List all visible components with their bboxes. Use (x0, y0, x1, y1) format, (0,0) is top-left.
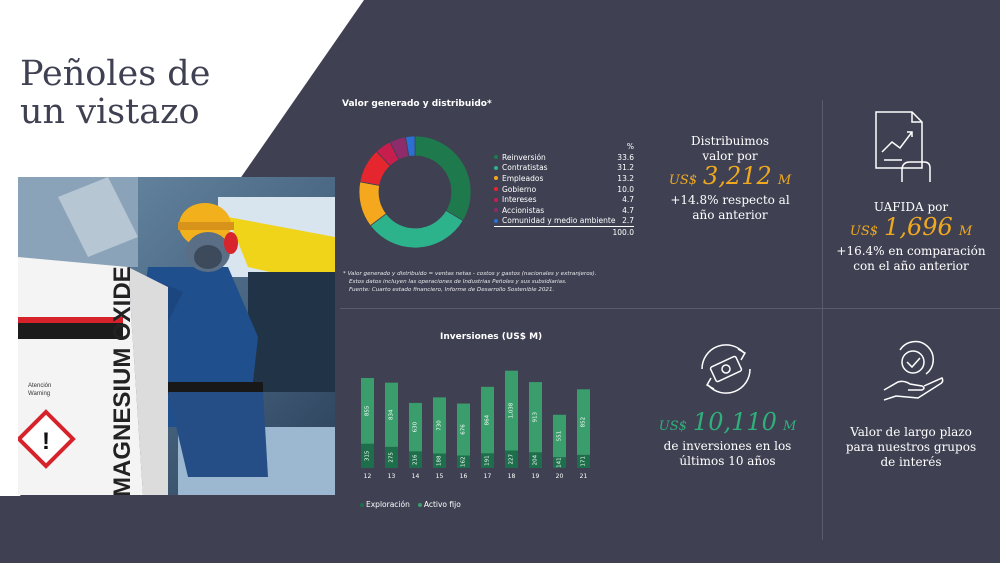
x-tick-label: 21 (580, 473, 588, 480)
legend-activo-fijo: Activo fijo (417, 500, 461, 509)
legend-label: Contratistas (502, 163, 548, 173)
kpi-largo-plazo: Valor de largo plazo para nuestros grupo… (845, 425, 977, 469)
legend-label: Intereses (502, 195, 537, 205)
valor-note: * Valor generado y distribuido = ventas … (343, 271, 597, 293)
bar-label-exploracion: 315 (365, 450, 371, 461)
donut-legend: % Reinversión 33.6 Contratistas 31.2 Emplead… (494, 142, 634, 237)
legend-total: 100.0 (494, 226, 634, 237)
inversiones-bar-chart: 315 855 12 275 834 13 216 630 14 188 730 15 162 676 16… (361, 370, 590, 480)
divider-horizontal (340, 308, 1000, 309)
worker-photo: MAGNESIUM OXIDE Atención Warning ! (18, 177, 335, 495)
x-tick-label: 12 (364, 473, 372, 480)
legend-row: Empleados 13.2 (494, 173, 634, 184)
bar-label-activo-fijo: 630 (413, 421, 419, 432)
money-cycle-icon (701, 344, 751, 394)
legend-row: Comunidad y medio ambiente 2.7 (494, 216, 634, 227)
donut-chart (358, 135, 472, 249)
legend-dot (494, 155, 498, 160)
divider-vertical (822, 100, 823, 540)
bar-label-activo-fijo: 551 (557, 431, 563, 442)
bar-label-activo-fijo: 676 (461, 424, 467, 435)
legend-value: 4.7 (622, 205, 634, 215)
bag-warning-1: Atención (28, 383, 51, 389)
legend-dot (494, 187, 498, 192)
kpi-inversiones: US$ 10,110 M de inversiones en los últim… (658, 408, 797, 468)
bar-label-exploracion: 188 (437, 455, 443, 466)
legend-dot (494, 208, 498, 213)
bar-label-exploracion: 162 (461, 457, 467, 468)
legend-label: Gobierno (502, 184, 537, 194)
legend-dot (494, 176, 498, 181)
bar-label-activo-fijo: 730 (437, 420, 443, 431)
x-tick-label: 14 (412, 473, 420, 480)
x-tick-label: 17 (484, 473, 492, 480)
bar-label-activo-fijo: 855 (365, 405, 371, 416)
bar-label-activo-fijo: 1,038 (509, 402, 515, 418)
legend-value: 31.2 (617, 163, 634, 173)
legend-value: 33.6 (617, 152, 634, 162)
x-tick-label: 19 (532, 473, 540, 480)
bar-label-exploracion: 141 (557, 457, 563, 468)
legend-exploracion: Exploración (360, 500, 410, 509)
bar-label-activo-fijo: 864 (485, 414, 491, 425)
kpi-uafida: UAFIDA por US$ 1,696 M +16.4% en compara… (836, 200, 986, 273)
x-tick-label: 18 (508, 473, 516, 480)
inversiones-title: Inversiones (US$ M) (440, 332, 543, 342)
legend-row: Accionistas 4.7 (494, 205, 634, 216)
legend-value: 13.2 (617, 173, 634, 183)
x-tick-label: 16 (460, 473, 468, 480)
bar-label-activo-fijo: 913 (533, 411, 539, 422)
legend-dot (494, 218, 498, 223)
heart-hand-icon (883, 340, 944, 401)
legend-label: Accionistas (502, 205, 545, 215)
x-tick-label: 13 (388, 473, 396, 480)
legend-dot (494, 165, 498, 170)
legend-label: Reinversión (502, 152, 546, 162)
legend-label: Comunidad y medio ambiente (502, 216, 616, 226)
bar-label-activo-fijo: 852 (581, 417, 587, 427)
kpi-distribuimos: Distribuimos valor por US$ 3,212 M +14.8… (668, 134, 792, 222)
page-title: Peñoles de un vistazo (20, 54, 211, 132)
bar-label-exploracion: 275 (389, 452, 395, 463)
legend-value: 4.7 (622, 195, 634, 205)
bar-label-exploracion: 191 (485, 455, 491, 466)
bag-label: MAGNESIUM OXIDE (109, 266, 136, 495)
legend-row: Gobierno 10.0 (494, 184, 634, 195)
legend-label: Empleados (502, 173, 544, 183)
legend-value: 10.0 (617, 184, 634, 194)
bar-label-activo-fijo: 834 (389, 409, 395, 420)
bar-legend: Exploración Activo fijo (360, 500, 461, 509)
legend-row: Reinversión 33.6 (494, 152, 634, 163)
legend-value: 2.7 (622, 216, 634, 226)
legend-pct-header: % (626, 142, 634, 151)
legend-dot (494, 197, 498, 202)
donut-hole (380, 157, 450, 227)
x-tick-label: 20 (556, 473, 564, 480)
bar-label-exploracion: 204 (533, 454, 539, 465)
legend-row: Contratistas 31.2 (494, 163, 634, 174)
bar-label-exploracion: 171 (581, 456, 587, 467)
bar-label-exploracion: 227 (509, 454, 515, 465)
report-chart-icon (875, 111, 931, 182)
x-tick-label: 15 (436, 473, 444, 480)
valor-title: Valor generado y distribuido* (342, 99, 492, 109)
svg-text:!: ! (42, 428, 50, 455)
legend-row: Intereses 4.7 (494, 194, 634, 205)
bar-label-exploracion: 216 (413, 454, 419, 465)
bag-warning-2: Warning (28, 391, 50, 397)
